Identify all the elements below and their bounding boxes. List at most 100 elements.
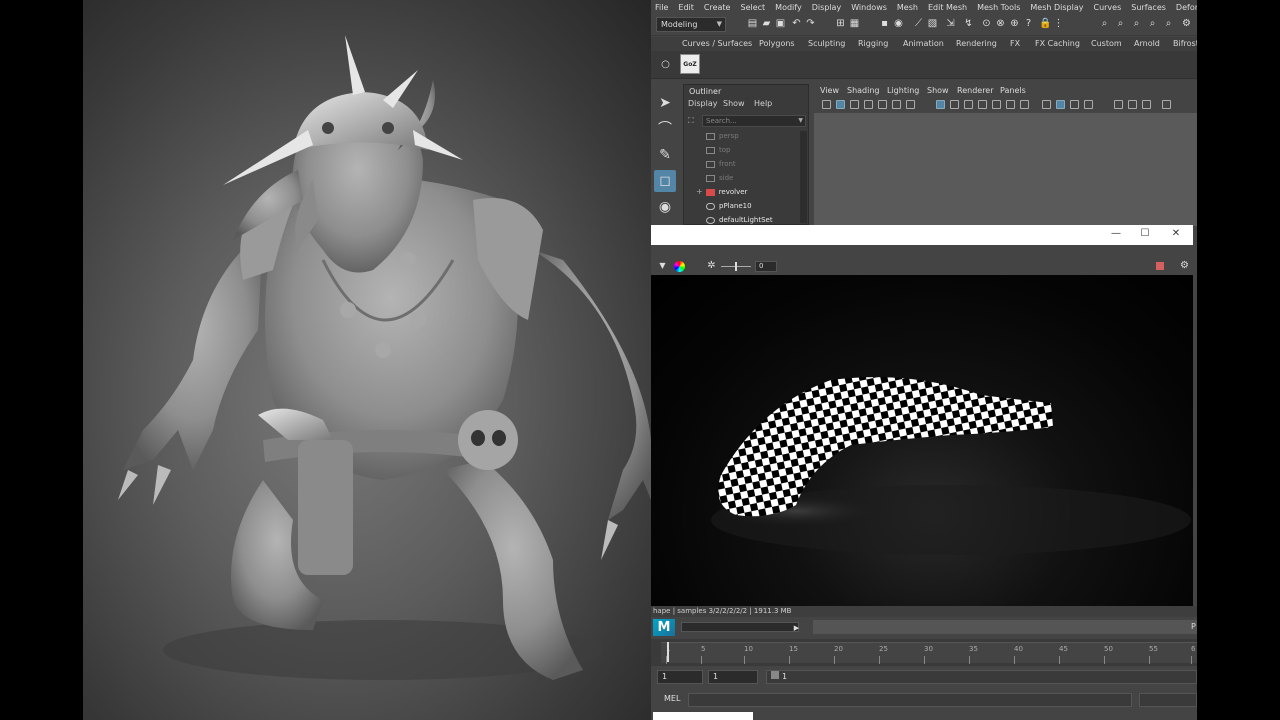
lasso-tool-icon[interactable]: ⌒ (654, 118, 676, 140)
ipr-icon[interactable]: ⊗ (995, 18, 1006, 30)
menu-mesh-display[interactable]: Mesh Display (1030, 3, 1083, 12)
tab-polygons[interactable]: Polygons (759, 39, 795, 48)
paint-select-icon[interactable]: ⌕ (1115, 18, 1126, 30)
viewport-menu-shading[interactable]: Shading (847, 86, 880, 95)
menu-edit[interactable]: Edit (678, 3, 694, 12)
move-tool-icon[interactable]: ◻ (654, 170, 676, 192)
exposure-slider-handle[interactable] (735, 262, 737, 271)
shelf-menu-icon[interactable]: ○ (660, 59, 671, 71)
start-time-field[interactable]: 1 (657, 670, 703, 684)
xray-icon[interactable] (1056, 100, 1065, 109)
select-object-icon[interactable]: ▦ (849, 18, 860, 30)
image-plane-icon[interactable] (850, 100, 859, 109)
viewport-menu-renderer[interactable]: Renderer (957, 86, 994, 95)
outliner-item-top[interactable]: top (706, 144, 730, 156)
tab-animation[interactable]: Animation (903, 39, 944, 48)
exposure-icon[interactable]: ✲ (706, 260, 717, 272)
film-gate-icon[interactable] (878, 100, 887, 109)
menu-select[interactable]: Select (740, 3, 765, 12)
goz-shelf-button[interactable]: GoZ (680, 54, 700, 74)
tab-bifrost[interactable]: Bifrost (1173, 39, 1197, 48)
menu-modify[interactable]: Modify (775, 3, 802, 12)
lock-icon[interactable]: 🔒 (1039, 18, 1051, 30)
exposure-icon[interactable] (1114, 100, 1123, 109)
chevron-right-icon[interactable]: ▶ (791, 622, 802, 634)
history-icon[interactable]: ⇲ (945, 18, 956, 30)
menu-set-dropdown[interactable]: Modeling ▼ (656, 17, 726, 32)
safe-action-icon[interactable] (906, 100, 915, 109)
menu-curves[interactable]: Curves (1093, 3, 1121, 12)
outliner-item-side[interactable]: side (706, 172, 733, 184)
range-slider[interactable]: 1 (766, 670, 1197, 684)
outliner-menu-show[interactable]: Show (723, 99, 745, 108)
maximize-button[interactable]: ☐ (1135, 228, 1155, 239)
select-tool-icon[interactable]: ➤ (654, 92, 676, 114)
outliner-menu-help[interactable]: Help (754, 99, 772, 108)
mel-input[interactable] (688, 693, 1132, 707)
time-slider[interactable]: 1 5 10 15 20 25 30 35 40 45 50 55 6 (651, 639, 1197, 666)
menu-surfaces[interactable]: Surfaces (1131, 3, 1166, 12)
viewport-settings-icon[interactable] (1162, 100, 1171, 109)
outliner-scrollbar[interactable] (800, 131, 807, 223)
time-slider-track[interactable]: 1 5 10 15 20 25 30 35 40 45 50 55 6 (661, 642, 1197, 664)
resolution-gate-icon[interactable] (892, 100, 901, 109)
undo-icon[interactable]: ↶ (791, 18, 802, 30)
smooth-shade-icon[interactable] (950, 100, 959, 109)
outliner-item-revolver[interactable]: + revolver (696, 186, 747, 198)
tab-rigging[interactable]: Rigging (858, 39, 888, 48)
exposure-field[interactable]: 0 (755, 261, 777, 272)
close-button[interactable]: ✕ (1166, 228, 1186, 239)
menu-windows[interactable]: Windows (851, 3, 887, 12)
menu-display[interactable]: Display (812, 3, 842, 12)
stop-render-icon[interactable] (1156, 262, 1164, 270)
outliner-menu-display[interactable]: Display (688, 99, 718, 108)
viewport-menu-panels[interactable]: Panels (1000, 86, 1026, 95)
tab-rendering[interactable]: Rendering (956, 39, 997, 48)
save-scene-icon[interactable]: ▣ (775, 18, 786, 30)
menu-edit-mesh[interactable]: Edit Mesh (928, 3, 967, 12)
outliner-search-input[interactable]: Search... ▼ (702, 115, 806, 127)
redo-icon[interactable]: ↷ (805, 18, 816, 30)
snap-view-icon[interactable]: ▧ (927, 18, 938, 30)
snap-grid-icon[interactable]: ▪ (879, 18, 890, 30)
color-management-icon[interactable] (1142, 100, 1151, 109)
playhead[interactable] (667, 642, 669, 662)
outliner-filter-icon[interactable]: ⛶ (688, 116, 694, 126)
menu-deform[interactable]: Deform (1176, 3, 1197, 12)
snap-curve-icon[interactable]: ⟋ (913, 18, 924, 30)
gamma-icon[interactable] (1128, 100, 1137, 109)
select-hierarchy-icon[interactable]: ⊞ (835, 18, 846, 30)
color-wheel-icon[interactable] (674, 261, 685, 272)
viewport-menu-view[interactable]: View (820, 86, 839, 95)
render-settings-icon[interactable]: ⊕ (1009, 18, 1020, 30)
tab-fx-caching[interactable]: FX Caching (1035, 39, 1080, 48)
minimize-button[interactable]: — (1106, 228, 1126, 239)
gear-icon[interactable]: ⚙ (1181, 18, 1192, 30)
rotate-tool-icon[interactable]: ◉ (654, 196, 676, 218)
snap-point-icon[interactable]: ◉ (893, 18, 904, 30)
soft-select-icon[interactable]: ⌕ (1131, 18, 1142, 30)
outliner-item-pplane10[interactable]: pPlane10 (706, 200, 752, 212)
help-icon[interactable]: ? (1023, 18, 1034, 30)
paint-select-tool-icon[interactable]: ✎ (654, 144, 676, 166)
menu-create[interactable]: Create (704, 3, 731, 12)
textured-icon[interactable] (978, 100, 987, 109)
menu-mesh-tools[interactable]: Mesh Tools (977, 3, 1020, 12)
menu-file[interactable]: File (655, 3, 668, 12)
new-scene-icon[interactable]: ▤ (747, 18, 758, 30)
xray-active-icon[interactable] (1084, 100, 1093, 109)
tab-sculpting[interactable]: Sculpting (808, 39, 845, 48)
viewport-menu-show[interactable]: Show (927, 86, 949, 95)
wireframe-icon[interactable] (936, 100, 945, 109)
menu-mesh[interactable]: Mesh (897, 3, 918, 12)
gear-icon[interactable]: ⚙ (1179, 260, 1190, 272)
range-start-field[interactable]: 1 (708, 670, 758, 684)
outliner-item-persp[interactable]: persp (706, 130, 739, 142)
lasso-icon[interactable]: ⌕ (1099, 18, 1110, 30)
lights-icon[interactable] (992, 100, 1001, 109)
grid-icon[interactable] (864, 100, 873, 109)
tab-curves-surfaces[interactable]: Curves / Surfaces (682, 39, 752, 48)
outliner-item-front[interactable]: front (706, 158, 736, 170)
3d-viewport[interactable] (814, 113, 1197, 226)
mel-label[interactable]: MEL (664, 694, 680, 703)
